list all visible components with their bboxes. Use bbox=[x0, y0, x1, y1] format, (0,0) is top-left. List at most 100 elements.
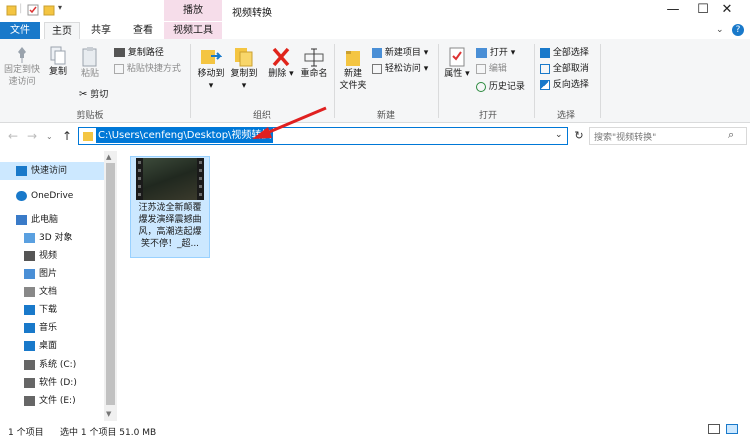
music-icon bbox=[24, 323, 35, 333]
paste-shortcut-icon bbox=[114, 63, 124, 74]
sidebar-item[interactable]: 文档 bbox=[0, 283, 104, 301]
sidebar-item[interactable]: 系统 (C:) bbox=[0, 356, 104, 374]
back-arrow-icon[interactable]: ← bbox=[8, 129, 18, 143]
sidebar-item-label: 系统 (C:) bbox=[39, 360, 77, 370]
sidebar-item-label: 3D 对象 bbox=[39, 233, 73, 243]
select-none-label: 全部取消 bbox=[552, 64, 589, 74]
sidebar-item-label: 图片 bbox=[39, 269, 58, 279]
paste-icon bbox=[82, 47, 97, 67]
paste-shortcut-label: 粘贴快捷方式 bbox=[126, 64, 181, 74]
copy-to-icon bbox=[235, 48, 253, 67]
sidebar-item[interactable]: 音乐 bbox=[0, 319, 104, 337]
sidebar-item-label: 视频 bbox=[39, 251, 58, 261]
move-to-label: 移动到 ▾ bbox=[197, 69, 225, 91]
tab-file[interactable]: 文件 bbox=[0, 22, 40, 39]
search-icon[interactable]: ⌕ bbox=[728, 128, 734, 142]
sidebar-item[interactable]: OneDrive bbox=[0, 187, 104, 205]
forward-arrow-icon[interactable]: → bbox=[27, 129, 37, 143]
properties-check-icon[interactable] bbox=[27, 4, 39, 16]
address-dropdown-icon[interactable]: ⌄ bbox=[555, 130, 563, 140]
ribbon-group-divider bbox=[534, 44, 535, 118]
open-button[interactable]: 打开 ▾ bbox=[476, 46, 515, 60]
up-arrow-icon[interactable]: ↑ bbox=[62, 129, 72, 143]
select-all-label: 全部选择 bbox=[552, 48, 589, 58]
address-path-text[interactable]: C:\Users\cenfeng\Desktop\视频转换 bbox=[96, 128, 274, 143]
scissors-icon: ✂ bbox=[79, 89, 88, 100]
title-bar bbox=[0, 0, 750, 22]
select-all-button[interactable]: 全部选择 bbox=[540, 46, 589, 60]
window-title: 视频转换 bbox=[232, 8, 272, 19]
select-all-icon bbox=[540, 47, 550, 58]
sidebar-item[interactable]: 软件 (D:) bbox=[0, 374, 104, 392]
sidebar-item[interactable]: 3D 对象 bbox=[0, 229, 104, 247]
new-folder-label-1: 新建 bbox=[343, 69, 362, 79]
tab-video-tools[interactable]: 视频工具 bbox=[164, 22, 222, 39]
sidebar-item-label: 桌面 bbox=[39, 341, 58, 351]
sidebar-item[interactable]: 下载 bbox=[0, 301, 104, 319]
cut-button[interactable]: ✂ 剪切 bbox=[79, 88, 108, 102]
copy-button[interactable]: 复制 bbox=[44, 46, 72, 78]
sidebar-item-label: 此电脑 bbox=[31, 215, 59, 225]
copy-to-button[interactable]: 复制到 ▾ bbox=[228, 46, 260, 92]
film-strip-left bbox=[136, 158, 143, 200]
sidebar-item[interactable]: 此电脑 bbox=[0, 211, 104, 229]
recent-locations-chevron-icon[interactable]: ⌄ bbox=[46, 132, 53, 141]
sidebar-item[interactable]: 文件 (E:) bbox=[0, 392, 104, 410]
close-button[interactable]: ✕ bbox=[704, 0, 750, 22]
scroll-down-icon[interactable]: ▼ bbox=[106, 410, 111, 418]
cloud-icon bbox=[16, 191, 27, 201]
sidebar-item[interactable]: 视频 bbox=[0, 247, 104, 265]
tab-view[interactable]: 查看 bbox=[124, 22, 162, 39]
paste-button[interactable]: 粘贴 bbox=[76, 46, 104, 80]
status-selection: 选中 1 个项目 51.0 MB bbox=[60, 428, 157, 438]
pin-quick-access-button[interactable]: 固定到快 速访问 bbox=[3, 46, 41, 88]
invert-selection-label: 反向选择 bbox=[552, 80, 589, 90]
sidebar-item[interactable]: 桌面 bbox=[0, 337, 104, 355]
new-item-label: 新建项目 bbox=[384, 48, 421, 58]
sidebar-item[interactable]: 图片 bbox=[0, 265, 104, 283]
select-none-button[interactable]: 全部取消 bbox=[540, 62, 589, 76]
quick-access-dropdown-icon[interactable]: ▾ bbox=[58, 3, 62, 12]
move-to-button[interactable]: 移动到 ▾ bbox=[195, 46, 227, 92]
ribbon-group-divider bbox=[190, 44, 191, 118]
edit-button[interactable]: 编辑 bbox=[476, 62, 507, 76]
history-clock-icon bbox=[476, 81, 486, 92]
new-item-button[interactable]: 新建项目 ▾ bbox=[372, 46, 428, 60]
easy-access-button[interactable]: 轻松访问 ▾ bbox=[372, 62, 428, 76]
sidebar-item-label: 文档 bbox=[39, 287, 58, 297]
new-folder-icon bbox=[346, 51, 360, 66]
tab-share[interactable]: 共享 bbox=[82, 22, 120, 39]
history-button[interactable]: 历史记录 bbox=[476, 80, 525, 94]
properties-button[interactable]: 属性 ▾ bbox=[442, 46, 472, 80]
copy-path-button[interactable]: 复制路径 bbox=[114, 46, 164, 60]
drive-icon bbox=[24, 396, 35, 406]
copy-label: 复制 bbox=[48, 67, 67, 77]
invert-selection-button[interactable]: 反向选择 bbox=[540, 78, 589, 92]
rename-button[interactable]: 重命名 bbox=[298, 46, 330, 80]
new-folder-quick-icon[interactable] bbox=[43, 4, 55, 16]
sidebar-item-label: 下载 bbox=[39, 305, 58, 315]
large-icons-view-icon[interactable] bbox=[726, 424, 738, 434]
desktop-icon bbox=[24, 341, 35, 351]
scroll-up-icon[interactable]: ▲ bbox=[106, 153, 111, 161]
refresh-icon[interactable]: ↻ bbox=[571, 127, 587, 145]
easy-access-icon bbox=[372, 63, 382, 74]
nav-scrollbar-thumb[interactable] bbox=[106, 163, 115, 405]
pin-quick-access-label-2: 速访问 bbox=[8, 77, 36, 87]
file-list-pane bbox=[117, 151, 750, 421]
chevron-down-icon[interactable]: ⌄ bbox=[716, 25, 724, 35]
ribbon-group-divider bbox=[438, 44, 439, 118]
sidebar-item-label: 快速访问 bbox=[31, 166, 68, 176]
help-icon[interactable]: ? bbox=[732, 24, 744, 36]
delete-label: 删除 ▾ bbox=[268, 69, 294, 79]
paste-label: 粘贴 bbox=[80, 69, 99, 79]
paste-shortcut-button[interactable]: 粘贴快捷方式 bbox=[114, 62, 181, 76]
sidebar-item[interactable]: 快速访问 bbox=[0, 162, 104, 180]
tab-home[interactable]: 主页 bbox=[44, 22, 80, 39]
delete-button[interactable]: 删除 ▾ bbox=[266, 46, 296, 80]
video-thumbnail bbox=[136, 158, 204, 200]
new-folder-button[interactable]: 新建 文件夹 bbox=[337, 46, 369, 92]
new-folder-label-2: 文件夹 bbox=[339, 81, 367, 91]
cut-label: 剪切 bbox=[90, 90, 109, 100]
details-view-icon[interactable] bbox=[708, 424, 720, 434]
